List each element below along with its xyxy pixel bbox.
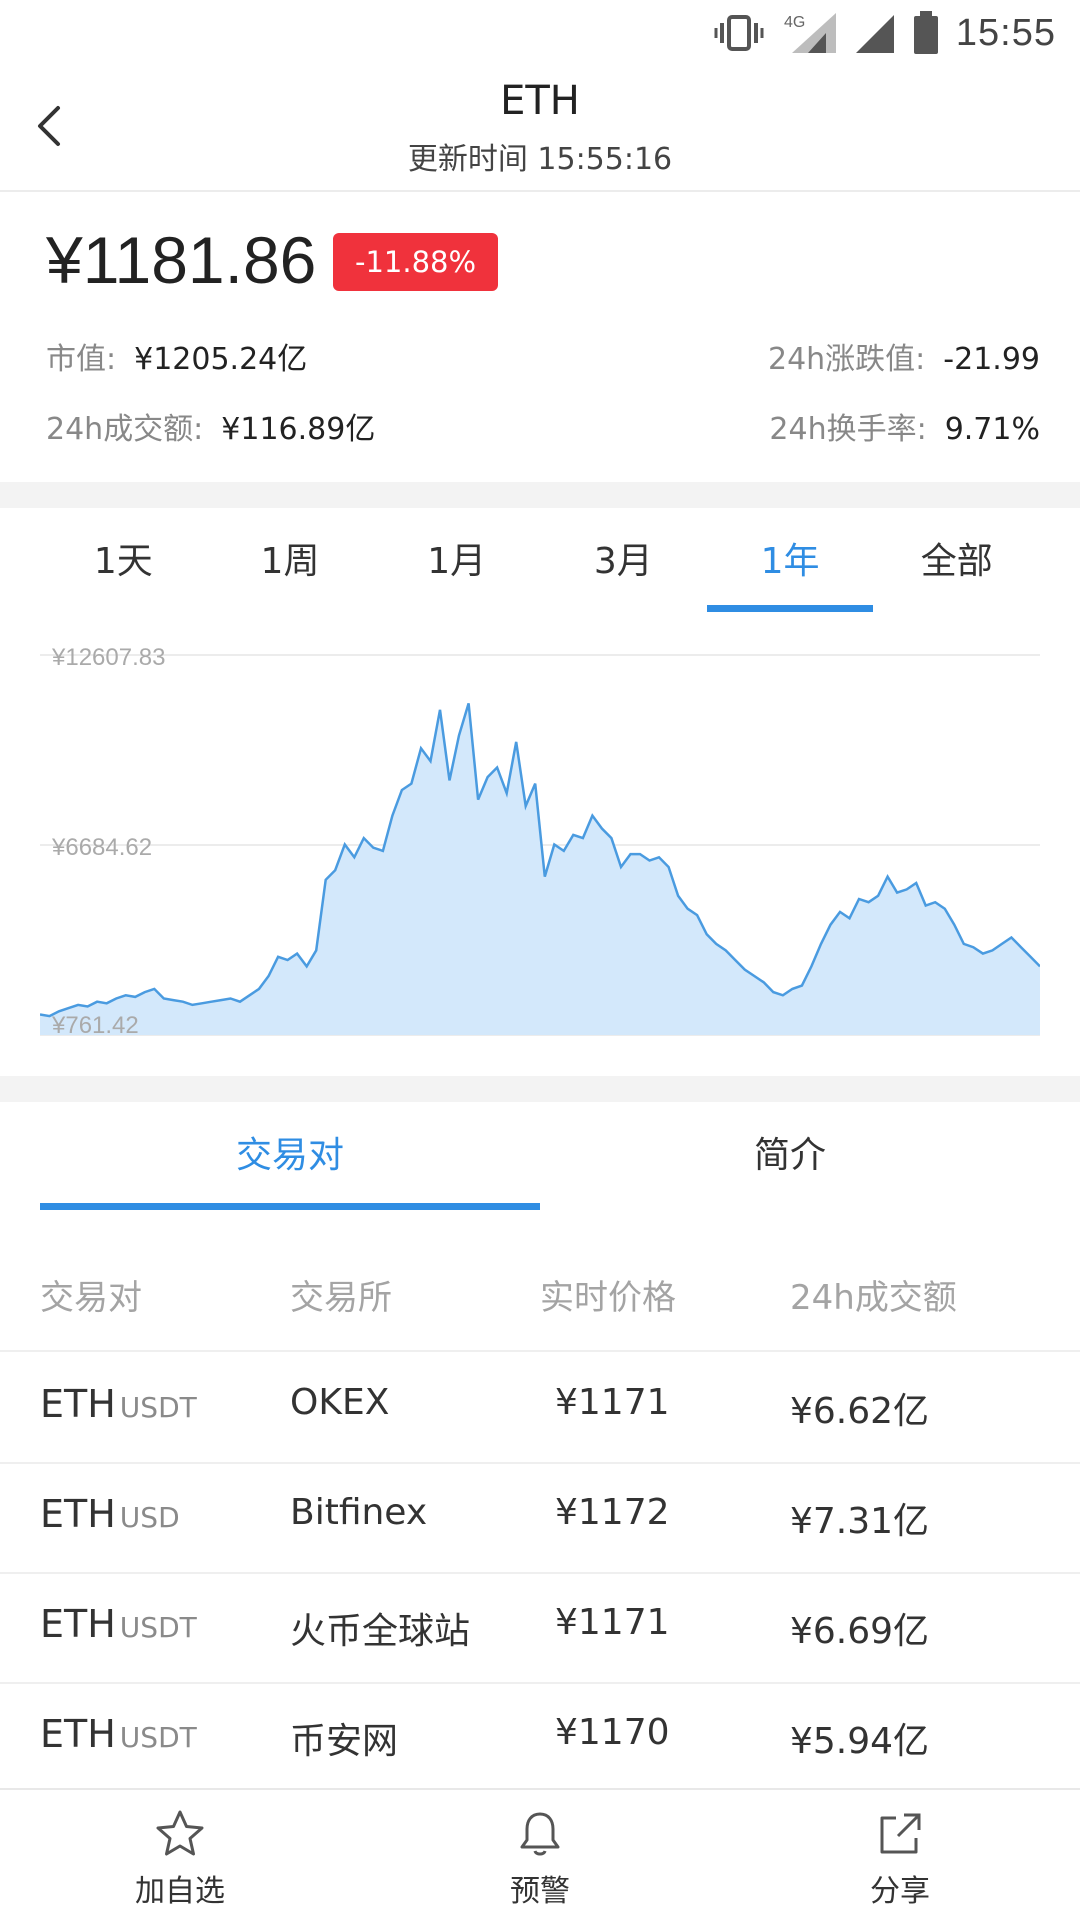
price-area [40,703,1040,1035]
pair-cell: ETH USDT [40,1602,197,1646]
signal-icon [855,15,894,53]
volume-cell: ¥6.62亿 [790,1391,930,1432]
turnover-label: 24h换手率: [769,412,927,447]
column-header-price: 实时价格 [540,1278,676,1318]
pair-quote: USD [119,1501,180,1534]
volume-cell: ¥6.69亿 [790,1611,930,1652]
add-watchlist-label: 加自选 [135,1874,225,1909]
detail-tabs: 交易对 简介 [40,1110,1040,1210]
change-percent-badge: -11.88% [333,233,499,291]
price-cell: ¥1170 [555,1712,670,1753]
pair-quote: USDT [119,1721,197,1754]
section-divider [0,482,1080,508]
market-cap-label: 市值: [46,342,117,377]
price-cell: ¥1172 [555,1492,670,1533]
star-icon [156,1810,204,1856]
y-tick-label: ¥12607.83 [51,644,165,671]
market-cap-value: ¥1205.24亿 [134,342,308,377]
exchange-cell: OKEX [290,1382,390,1423]
table-header: 交易对 交易所 实时价格 24h成交额 [0,1240,1080,1352]
svg-text:4G: 4G [784,14,805,31]
table-row[interactable]: ETH USDT OKEX ¥1171 ¥6.62亿 [0,1352,1080,1464]
vibrate-icon [714,15,764,51]
tab-trading-pairs[interactable]: 交易对 [40,1110,540,1210]
alert-label: 预警 [510,1874,570,1909]
change-24h: 24h涨跌值: -21.99 [768,334,1040,378]
pair-cell: ETH USDT [40,1712,197,1756]
volume-cell: ¥5.94亿 [790,1721,930,1762]
share-label: 分享 [870,1874,930,1909]
price-cell: ¥1171 [555,1382,670,1423]
exchange-cell: Bitfinex [290,1492,428,1533]
exchange-cell: 火币全球站 [290,1611,471,1652]
y-tick-label: ¥761.42 [51,1012,139,1039]
bell-icon [520,1812,560,1856]
turnover-value: 9.71% [944,412,1040,447]
exchange-cell: 币安网 [290,1721,399,1762]
bottom-action-bar: 加自选 预警 分享 [0,1788,1080,1922]
y-tick-label: ¥6684.62 [51,834,152,861]
pair-base: ETH [40,1712,116,1756]
header: ETH 更新时间 15:55:16 [0,66,1080,192]
pair-quote: USDT [119,1611,197,1644]
volume-24h-value: ¥116.89亿 [221,412,376,447]
current-price: ¥1181.86 [46,223,317,297]
table-row[interactable]: ETH USD Bitfinex ¥1172 ¥7.31亿 [0,1462,1080,1574]
status-icons: 4G 15:55 [714,8,1056,58]
tab-1y[interactable]: 1年 [706,520,874,612]
status-time: 15:55 [955,11,1056,54]
column-header-exchange: 交易所 [290,1278,392,1318]
section-divider [0,1076,1080,1102]
pair-cell: ETH USDT [40,1382,197,1426]
network-4g-icon: 4G [784,13,836,53]
share-button[interactable]: 分享 [720,1790,1080,1922]
tab-1w[interactable]: 1周 [207,520,374,612]
change-24h-value: -21.99 [943,342,1040,377]
pair-quote: USDT [119,1391,197,1424]
price-cell: ¥1171 [555,1602,670,1643]
alert-button[interactable]: 预警 [360,1790,720,1922]
market-cap: 市值: ¥1205.24亿 [46,334,307,378]
volume-cell: ¥7.31亿 [790,1501,930,1542]
status-bar: 4G 15:55 [0,0,1080,66]
table-row[interactable]: ETH USDT 币安网 ¥1170 ¥5.94亿 [0,1682,1080,1794]
volume-24h-label: 24h成交额: [46,412,204,447]
update-time: 更新时间 15:55:16 [407,142,673,177]
pair-base: ETH [40,1602,116,1646]
tab-3m[interactable]: 3月 [540,520,707,612]
tab-all[interactable]: 全部 [873,520,1040,612]
time-range-tabs: 1天 1周 1月 3月 1年 全部 [40,520,1040,612]
tab-1d[interactable]: 1天 [40,520,207,612]
price-chart: ¥12607.83 ¥6684.62 ¥761.42 [40,644,1040,1039]
page-title: ETH [500,78,580,124]
add-watchlist-button[interactable]: 加自选 [0,1790,360,1922]
tab-1m[interactable]: 1月 [373,520,540,612]
column-header-pair: 交易对 [40,1278,142,1318]
share-icon [880,1813,921,1854]
table-row[interactable]: ETH USDT 火币全球站 ¥1171 ¥6.69亿 [0,1572,1080,1684]
pair-base: ETH [40,1492,116,1536]
volume-24h: 24h成交额: ¥116.89亿 [46,404,375,448]
change-24h-label: 24h涨跌值: [767,342,926,377]
pair-cell: ETH USD [40,1492,180,1536]
tab-intro[interactable]: 简介 [540,1110,1040,1210]
pair-base: ETH [40,1382,116,1426]
turnover-24h: 24h换手率: 9.71% [769,404,1040,448]
column-header-volume: 24h成交额 [790,1278,957,1318]
battery-icon [913,11,938,54]
